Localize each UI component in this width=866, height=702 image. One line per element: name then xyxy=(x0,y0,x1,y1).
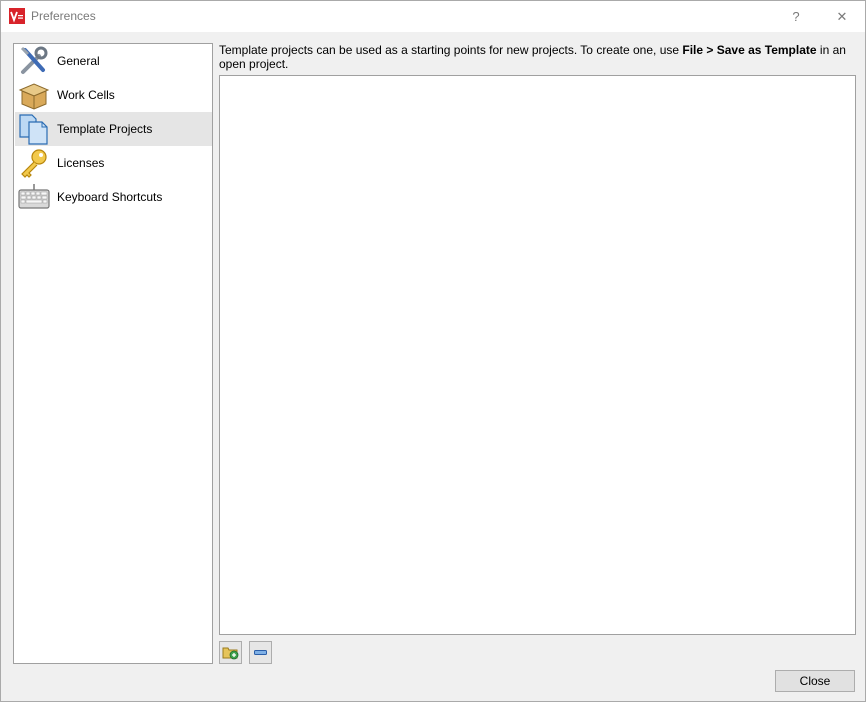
box-icon xyxy=(18,83,50,110)
key-icon xyxy=(21,149,47,178)
close-button[interactable]: Close xyxy=(775,670,855,692)
preferences-sidebar: General Work Cells Template Projects Lic… xyxy=(13,43,213,664)
sidebar-item-keyboard-shortcuts[interactable]: Keyboard Shortcuts xyxy=(15,180,212,214)
sidebar-item-template-projects[interactable]: Template Projects xyxy=(15,112,212,146)
title-bar: Preferences ? ✕ xyxy=(1,1,865,32)
documents-icon xyxy=(19,114,48,145)
sidebar-item-licenses[interactable]: Licenses xyxy=(15,146,212,180)
sidebar-item-label: Template Projects xyxy=(57,122,153,136)
sidebar-item-label: General xyxy=(57,54,100,68)
description-menu-path: File > Save as Template xyxy=(682,43,817,57)
template-projects-list[interactable] xyxy=(219,75,856,635)
preferences-window: Preferences ? ✕ General Work Cells Templ… xyxy=(0,0,866,702)
template-description: Template projects can be used as a start… xyxy=(219,43,859,71)
sidebar-item-label: Licenses xyxy=(57,156,105,170)
description-text: Template projects can be used as a start… xyxy=(219,43,683,57)
sidebar-item-work-cells[interactable]: Work Cells xyxy=(15,78,212,112)
add-folder-icon xyxy=(222,647,239,660)
remove-template-button[interactable] xyxy=(249,641,272,664)
sidebar-item-label: Work Cells xyxy=(57,88,115,102)
window-title: Preferences xyxy=(31,9,96,23)
remove-icon xyxy=(254,650,267,655)
sidebar-item-general[interactable]: General xyxy=(15,44,212,78)
keyboard-icon xyxy=(18,184,50,209)
sidebar-item-label: Keyboard Shortcuts xyxy=(57,190,163,204)
add-template-button[interactable] xyxy=(219,641,242,664)
close-window-button[interactable]: ✕ xyxy=(819,1,865,32)
app-logo-icon xyxy=(9,8,25,24)
help-button[interactable]: ? xyxy=(773,1,819,32)
tools-icon xyxy=(20,46,48,74)
